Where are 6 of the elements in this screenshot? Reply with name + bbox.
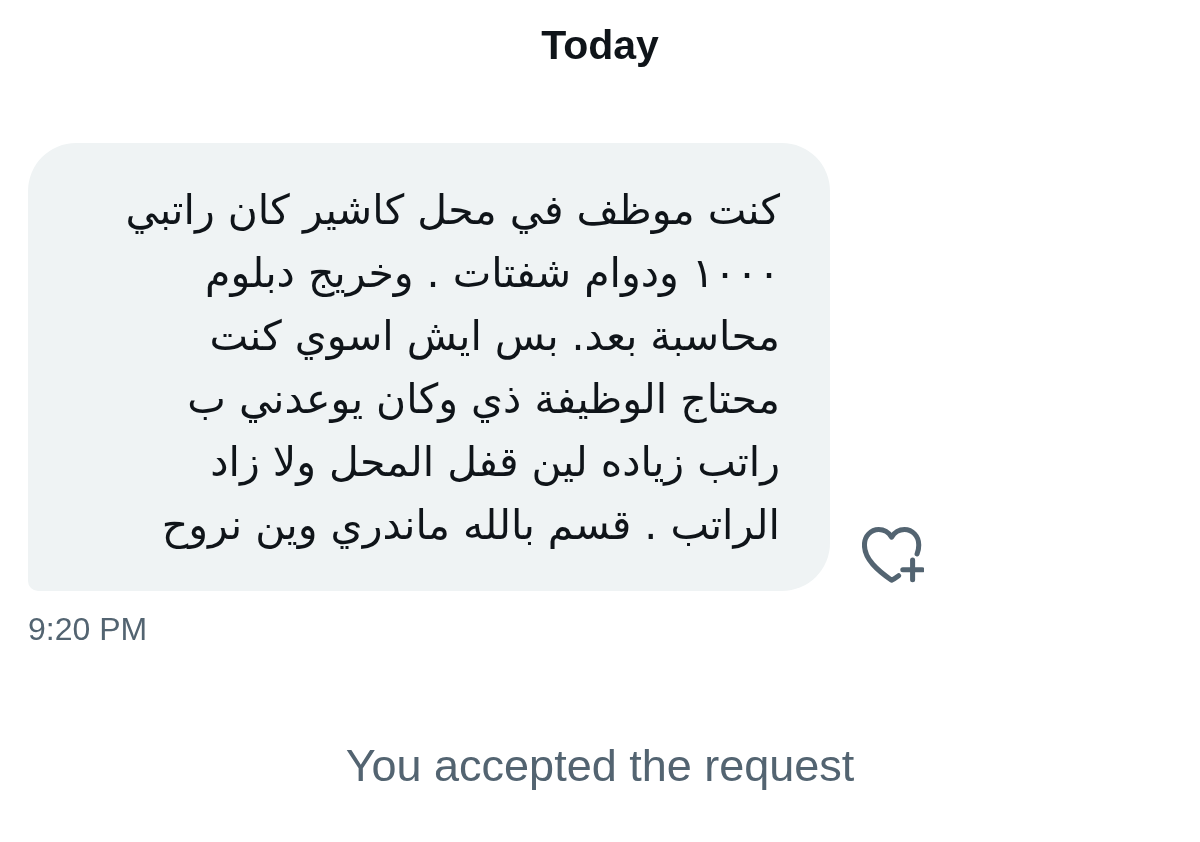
request-accepted-notice: You accepted the request bbox=[345, 740, 855, 792]
add-reaction-button[interactable] bbox=[862, 527, 924, 583]
date-header: Today bbox=[541, 21, 659, 69]
message-time: 9:20 PM bbox=[28, 611, 148, 647]
message-text: كنت موظف في محل كاشير كان راتبي ١٠٠٠ ودوام شفتات . وخريج دبلوم محاسبة بعد. بس ايش اسوي كنت محتاج الوظيفة ذي وكان يوعدني ب راتب زياده لين قفل المحل ولا زاد الراتب . قسم بالله ماندري وين نروح bbox=[124, 185, 780, 551]
heart-plus-icon bbox=[862, 527, 924, 583]
